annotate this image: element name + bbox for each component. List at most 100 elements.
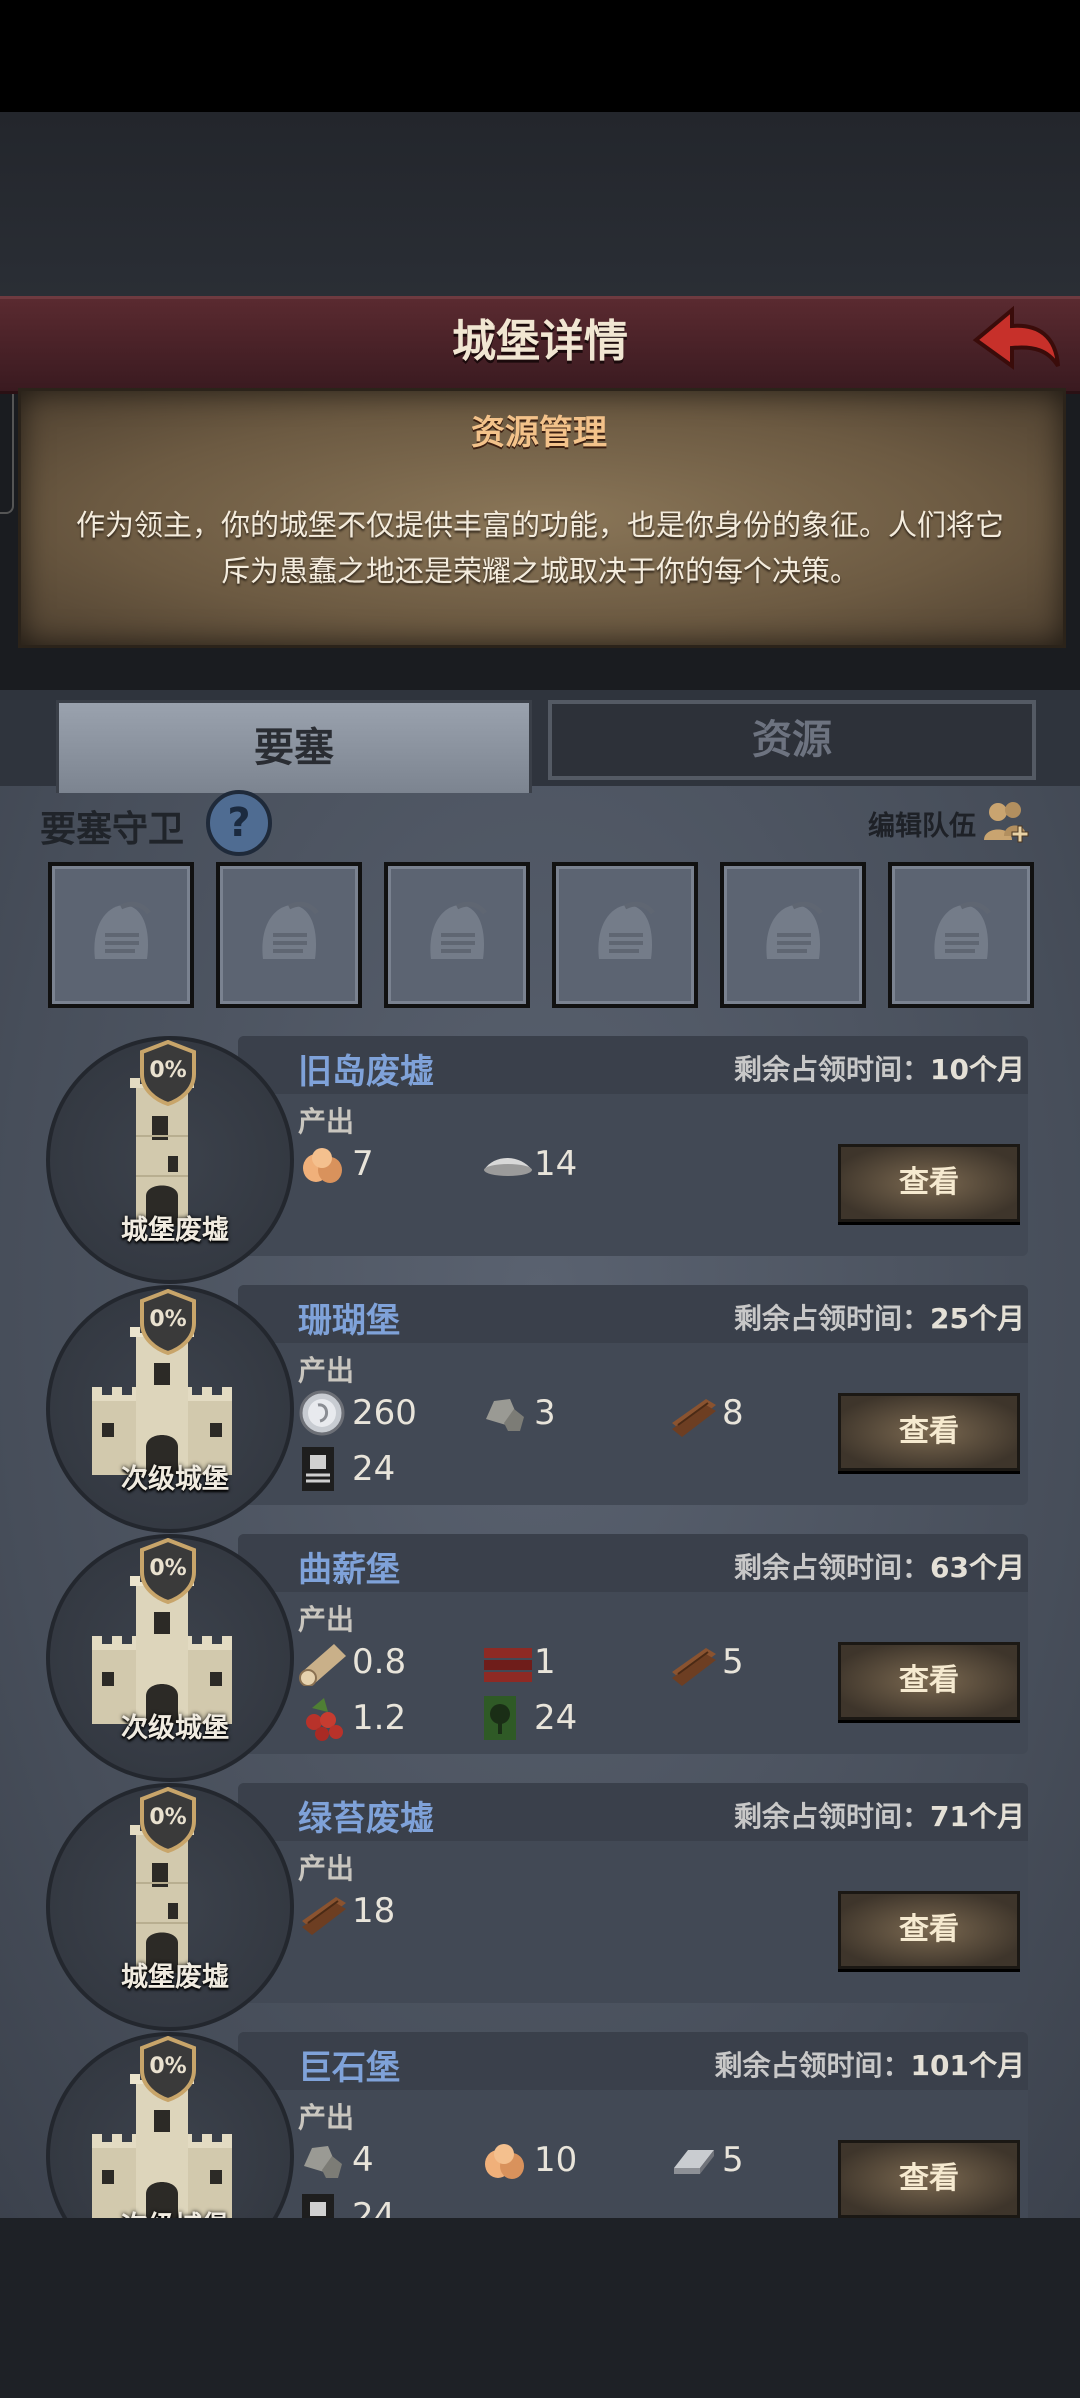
resource-value: 10 <box>534 2140 578 2180</box>
resource-output: 14 <box>480 1140 620 1188</box>
guard-slot[interactable] <box>384 862 530 1008</box>
castle-type-label: 城堡废墟 <box>121 1215 229 1246</box>
helmet-icon <box>766 901 823 959</box>
add-team-icon[interactable] <box>982 800 1030 844</box>
log-icon <box>298 1638 346 1687</box>
resource-value: 5 <box>722 1642 744 1682</box>
silver-coin-icon <box>298 1389 346 1437</box>
resource-output: 5 <box>668 1638 808 1686</box>
castle-name[interactable]: 珊瑚堡 <box>298 1293 400 1342</box>
helmet-icon <box>94 901 151 959</box>
capture-percent: 0% <box>149 1556 187 1581</box>
edit-team-button[interactable]: 编辑队伍 <box>868 804 976 843</box>
bottom-backdrop <box>0 2218 1080 2398</box>
castle-name[interactable]: 曲薪堡 <box>298 1542 400 1591</box>
red-wood-icon <box>480 1638 532 1686</box>
berries-icon <box>298 1694 346 1742</box>
resource-value: 4 <box>352 2140 374 2180</box>
help-icon[interactable]: ? <box>206 790 272 856</box>
resource-value: 1 <box>534 1642 556 1682</box>
castle-name[interactable]: 巨石堡 <box>298 2040 400 2089</box>
output-label: 产出 <box>298 1603 355 1636</box>
resource-value: 18 <box>352 1891 396 1931</box>
remaining-time-value: 63个月 <box>930 1551 1025 1584</box>
resource-output: 3 <box>480 1389 620 1437</box>
resource-output: 18 <box>298 1887 438 1935</box>
capture-percent: 0% <box>149 1805 187 1830</box>
remaining-time-value: 101个月 <box>910 2049 1025 2082</box>
resource-value: 3 <box>534 1393 556 1433</box>
remaining-time: 剩余占领时间：10个月 <box>680 1048 1025 1088</box>
resource-value: 24 <box>352 1449 396 1489</box>
stone-icon <box>480 1389 528 1437</box>
castle-card: 0% 次级城堡 曲薪堡 剩余占领时间：63个月产出 0.8 1 5 1.2 24 查看 <box>0 1534 1080 1782</box>
resource-output: 5 <box>668 2136 808 2184</box>
resource-value: 7 <box>352 1144 374 1184</box>
resource-value: 1.2 <box>352 1698 407 1738</box>
iron-ingot-icon <box>668 2136 716 2184</box>
castle-name[interactable]: 旧岛废墟 <box>298 1044 434 1093</box>
wood-plank-icon <box>298 1887 346 1935</box>
guard-slot[interactable] <box>552 862 698 1008</box>
output-label: 产出 <box>298 2101 355 2134</box>
soldier-banner-icon <box>298 1445 346 1493</box>
tab-resources[interactable]: 资源 <box>548 700 1036 780</box>
silver-pile-icon <box>480 1140 532 1188</box>
resource-value: 14 <box>534 1144 578 1184</box>
stone-icon <box>298 2136 346 2184</box>
resource-output: 10 <box>480 2136 620 2184</box>
intro-text: 作为领主，你的城堡不仅提供丰富的功能，也是你身份的象征。人们将它斥为愚蠢之地还是… <box>75 508 1004 588</box>
castle-type-label: 次级城堡 <box>121 1464 229 1495</box>
top-backdrop <box>0 112 1080 298</box>
resource-output: 24 <box>298 1445 438 1493</box>
output-label: 产出 <box>298 1852 355 1885</box>
guard-slot[interactable] <box>720 862 866 1008</box>
remaining-time-label: 剩余占领时间： <box>734 1800 931 1833</box>
resource-output: 24 <box>480 1694 620 1742</box>
remaining-time: 剩余占领时间：71个月 <box>680 1795 1025 1835</box>
guard-slot[interactable] <box>888 862 1034 1008</box>
castle-card: 0% 城堡废墟 绿苔废墟 剩余占领时间：71个月产出 18 查看 <box>0 1783 1080 2031</box>
resource-output: 0.8 <box>298 1638 438 1687</box>
helmet-icon <box>934 901 991 959</box>
capture-percent: 0% <box>149 1307 187 1332</box>
guard-slot[interactable] <box>216 862 362 1008</box>
remaining-time: 剩余占领时间：101个月 <box>680 2044 1025 2084</box>
castle-name[interactable]: 绿苔废墟 <box>298 1791 434 1840</box>
back-arrow-icon[interactable] <box>968 300 1064 380</box>
resource-output: 260 <box>298 1389 438 1437</box>
castle-type-label: 城堡废墟 <box>121 1962 229 1993</box>
remaining-time: 剩余占领时间：25个月 <box>680 1297 1025 1337</box>
resource-value: 8 <box>722 1393 744 1433</box>
output-label: 产出 <box>298 1354 355 1387</box>
page-title: 城堡详情 <box>452 316 628 367</box>
castle-card: 0% 城堡废墟 旧岛废墟 剩余占领时间：10个月 产出 7 14 查看 <box>0 1036 1080 1284</box>
resource-output: 7 <box>298 1140 438 1188</box>
castle-type-label: 次级城堡 <box>121 1713 229 1744</box>
status-bar <box>0 0 1080 112</box>
tab-fortress[interactable]: 要塞 <box>56 700 532 793</box>
resource-value: 5 <box>722 2140 744 2180</box>
resource-output: 1 <box>480 1638 620 1686</box>
view-castle-button[interactable]: 查看 <box>838 2140 1020 2218</box>
intro-title: 资源管理 <box>471 413 607 453</box>
view-castle-button[interactable]: 查看 <box>838 1891 1020 1969</box>
helmet-icon <box>430 901 487 959</box>
wood-plank-icon <box>668 1389 716 1437</box>
castle-card: 0% 次级城堡 珊瑚堡 剩余占领时间：25个月产出 260 3 8 24 查看 <box>0 1285 1080 1533</box>
view-castle-button[interactable]: 查看 <box>838 1642 1020 1720</box>
resource-value: 0.8 <box>352 1642 407 1682</box>
helmet-icon <box>598 901 655 959</box>
guard-slot[interactable] <box>48 862 194 1008</box>
tree-banner-icon <box>480 1694 528 1742</box>
remaining-time-label: 剩余占领时间： <box>734 1053 931 1086</box>
remaining-time-label: 剩余占领时间： <box>734 1302 931 1335</box>
helmet-icon <box>262 901 319 959</box>
view-castle-button[interactable]: 查看 <box>838 1393 1020 1471</box>
capture-percent: 0% <box>149 2054 187 2079</box>
guards-label: 要塞守卫 <box>40 809 185 850</box>
view-castle-button[interactable]: 查看 <box>838 1144 1020 1222</box>
remaining-time-label: 剩余占领时间： <box>734 1551 931 1584</box>
ore-icon <box>480 2136 528 2184</box>
wood-plank-icon <box>668 1638 716 1686</box>
